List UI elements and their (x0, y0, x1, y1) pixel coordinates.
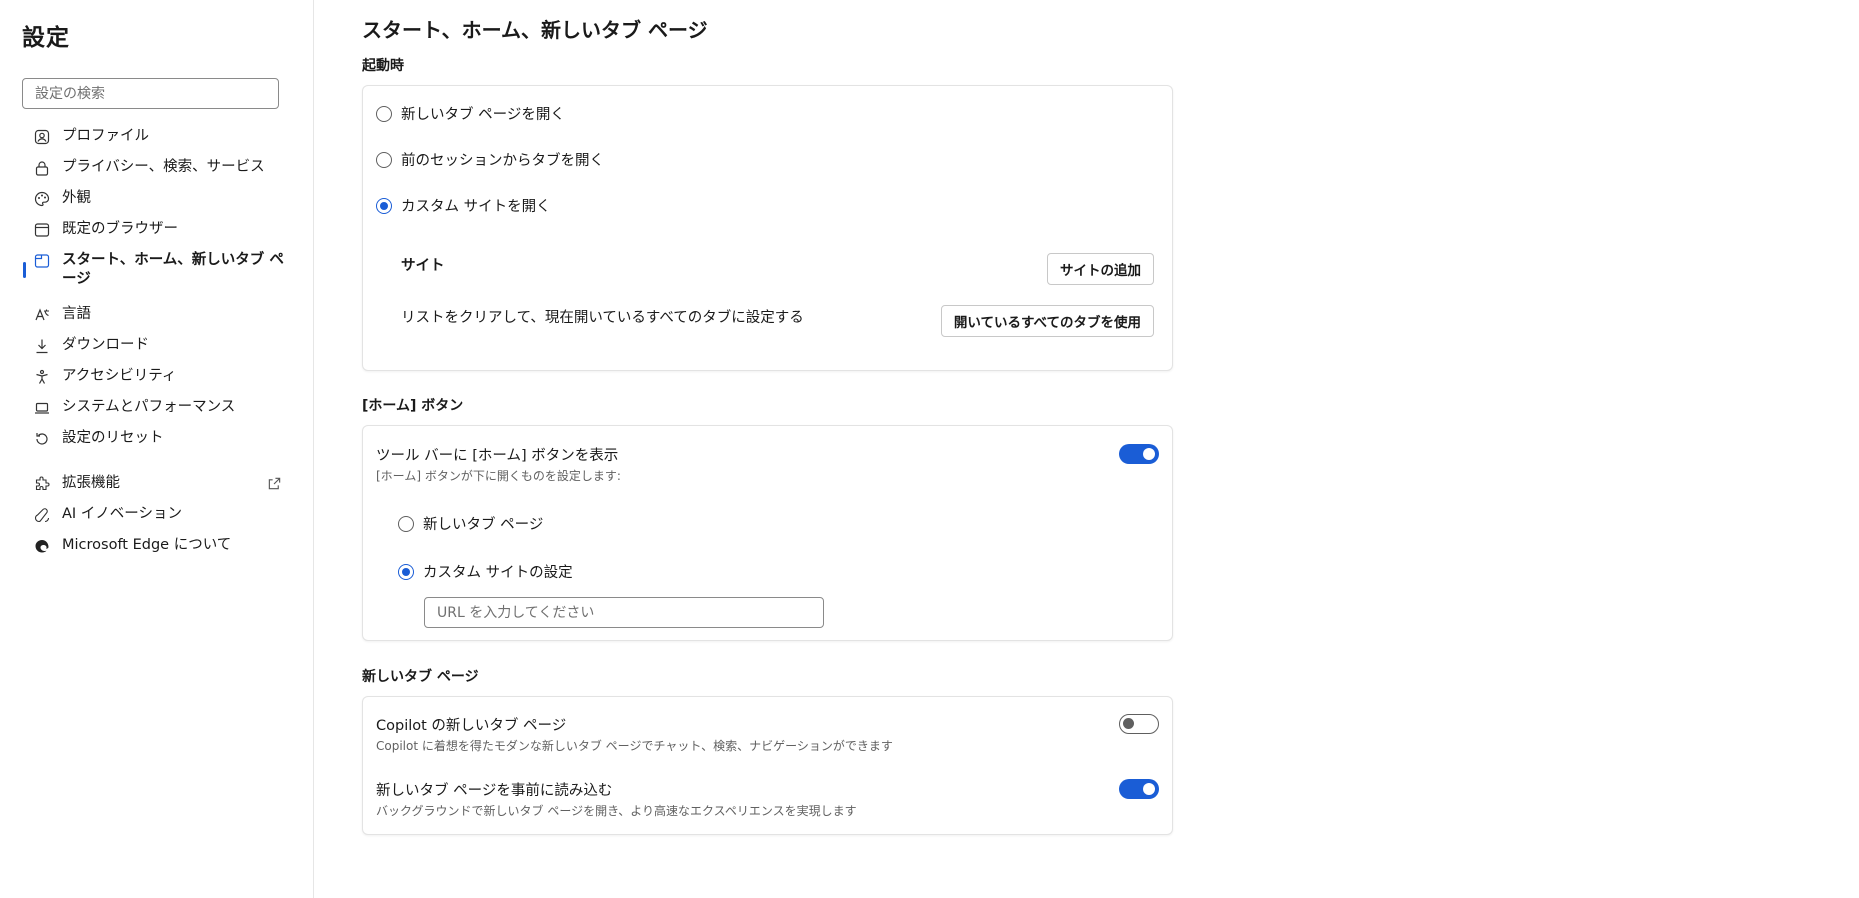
home-url-input[interactable] (424, 597, 824, 628)
sidebar: 設定 プロファイル プライバシー、検索、サービス 外観 既定のブラウザー スター… (0, 0, 314, 898)
reset-icon (36, 433, 48, 445)
sidebar-item-label: アクセシビリティ (62, 368, 177, 384)
use-all-open-tabs-button[interactable]: 開いているすべてのタブを使用 (940, 305, 1154, 337)
startup-option-new-tab[interactable]: 新しいタブ ページを開く (376, 103, 565, 124)
radio-label: 前のセッションからタブを開く (401, 153, 604, 169)
preload-new-tab-description: バックグラウンドで新しいタブ ページを開き、より高速なエクスペリエンスを実現しま… (376, 804, 857, 818)
sidebar-item-label: 既定のブラウザー (62, 221, 178, 237)
startup-option-custom-sites[interactable]: カスタム サイトを開く (376, 195, 551, 216)
sidebar-item-label: スタート、ホーム、新しいタブ ページ (62, 252, 284, 287)
sidebar-item-privacy[interactable]: プライバシー、検索、サービス (22, 152, 292, 183)
sidebar-item-label: ダウンロード (62, 337, 149, 353)
new-tab-section-label: 新しいタブ ページ (362, 669, 479, 685)
sidebar-nav: プロファイル プライバシー、検索、サービス 外観 既定のブラウザー スタート、ホ… (22, 121, 292, 561)
show-home-button-description: [ホーム] ボタンが下に開くものを設定します: (376, 469, 621, 483)
home-button-card: ツール バーに [ホーム] ボタンを表示 [ホーム] ボタンが下に開くものを設定… (362, 425, 1173, 641)
language-icon (35, 308, 49, 321)
ai-icon (34, 508, 50, 523)
sidebar-item-label: プロファイル (62, 128, 149, 144)
new-tab-card: Copilot の新しいタブ ページ Copilot に着想を得たモダンな新しい… (362, 696, 1173, 835)
preload-new-tab-toggle[interactable] (1119, 779, 1159, 799)
external-link-icon[interactable] (267, 476, 282, 491)
sidebar-item-label: 言語 (62, 306, 91, 322)
startup-section-label: 起動時 (362, 58, 404, 74)
edge-icon (35, 540, 49, 553)
settings-search-input[interactable] (22, 78, 279, 109)
show-home-button-toggle[interactable] (1119, 444, 1159, 464)
radio-button[interactable] (376, 197, 392, 214)
radio-label: カスタム サイトを開く (401, 199, 551, 215)
clear-list-text: リストをクリアして、現在開いているすべてのタブに設定する (401, 310, 804, 326)
sidebar-item-extensions[interactable]: 拡張機能 (22, 468, 292, 499)
sidebar-item-accessibility[interactable]: アクセシビリティ (22, 361, 292, 392)
radio-label: カスタム サイトの設定 (423, 565, 573, 581)
home-option-custom-site[interactable]: カスタム サイトの設定 (398, 561, 573, 582)
sidebar-item-start-home[interactable]: スタート、ホーム、新しいタブ ページ (22, 245, 292, 295)
appearance-icon (34, 191, 50, 207)
radio-button[interactable] (376, 151, 392, 168)
browser-icon (34, 223, 50, 237)
lock-icon (35, 161, 49, 176)
start-home-icon (34, 254, 50, 268)
radio-button[interactable] (376, 105, 392, 122)
sidebar-item-label: プライバシー、検索、サービス (62, 159, 265, 175)
copilot-new-tab-toggle[interactable] (1119, 714, 1159, 734)
startup-option-previous-session[interactable]: 前のセッションからタブを開く (376, 149, 604, 170)
add-site-button[interactable]: サイトの追加 (1047, 253, 1154, 285)
radio-button[interactable] (398, 563, 414, 580)
sidebar-item-label: 外観 (62, 190, 91, 206)
radio-button[interactable] (398, 515, 414, 532)
sidebar-item-system[interactable]: システムとパフォーマンス (22, 392, 292, 423)
sidebar-title: 設定 (22, 25, 70, 51)
sidebar-item-downloads[interactable]: ダウンロード (22, 330, 292, 361)
laptop-icon (35, 402, 49, 414)
sidebar-item-label: システムとパフォーマンス (62, 399, 236, 415)
sidebar-item-label: Microsoft Edge について (62, 537, 232, 553)
page-title: スタート、ホーム、新しいタブ ページ (362, 18, 708, 42)
copilot-new-tab-description: Copilot に着想を得たモダンな新しいタブ ページでチャット、検索、ナビゲー… (376, 739, 893, 753)
sidebar-item-label: 拡張機能 (62, 475, 120, 491)
sidebar-item-reset[interactable]: 設定のリセット (22, 423, 292, 454)
home-option-new-tab[interactable]: 新しいタブ ページ (398, 513, 543, 534)
sites-label: サイト (401, 258, 445, 274)
startup-card: 新しいタブ ページを開く 前のセッションからタブを開く カスタム サイトを開く … (362, 85, 1173, 371)
extensions-icon (35, 476, 50, 491)
home-button-section-label: [ホーム] ボタン (362, 398, 464, 414)
show-home-button-label: ツール バーに [ホーム] ボタンを表示 (376, 448, 619, 464)
accessibility-icon (36, 369, 48, 384)
profile-icon (34, 129, 50, 145)
radio-label: 新しいタブ ページ (423, 517, 544, 533)
preload-new-tab-label: 新しいタブ ページを事前に読み込む (376, 783, 613, 799)
sidebar-item-language[interactable]: 言語 (22, 299, 292, 330)
sidebar-item-ai-innovation[interactable]: AI イノベーション (22, 499, 292, 530)
sidebar-item-label: 設定のリセット (62, 430, 164, 446)
sidebar-item-default-browser[interactable]: 既定のブラウザー (22, 214, 292, 245)
sidebar-item-about-edge[interactable]: Microsoft Edge について (22, 530, 292, 561)
copilot-new-tab-label: Copilot の新しいタブ ページ (376, 718, 567, 734)
sidebar-item-appearance[interactable]: 外観 (22, 183, 292, 214)
sidebar-item-label: AI イノベーション (62, 506, 183, 522)
download-icon (36, 339, 48, 354)
sidebar-item-profile[interactable]: プロファイル (22, 121, 292, 152)
radio-label: 新しいタブ ページを開く (401, 107, 565, 123)
